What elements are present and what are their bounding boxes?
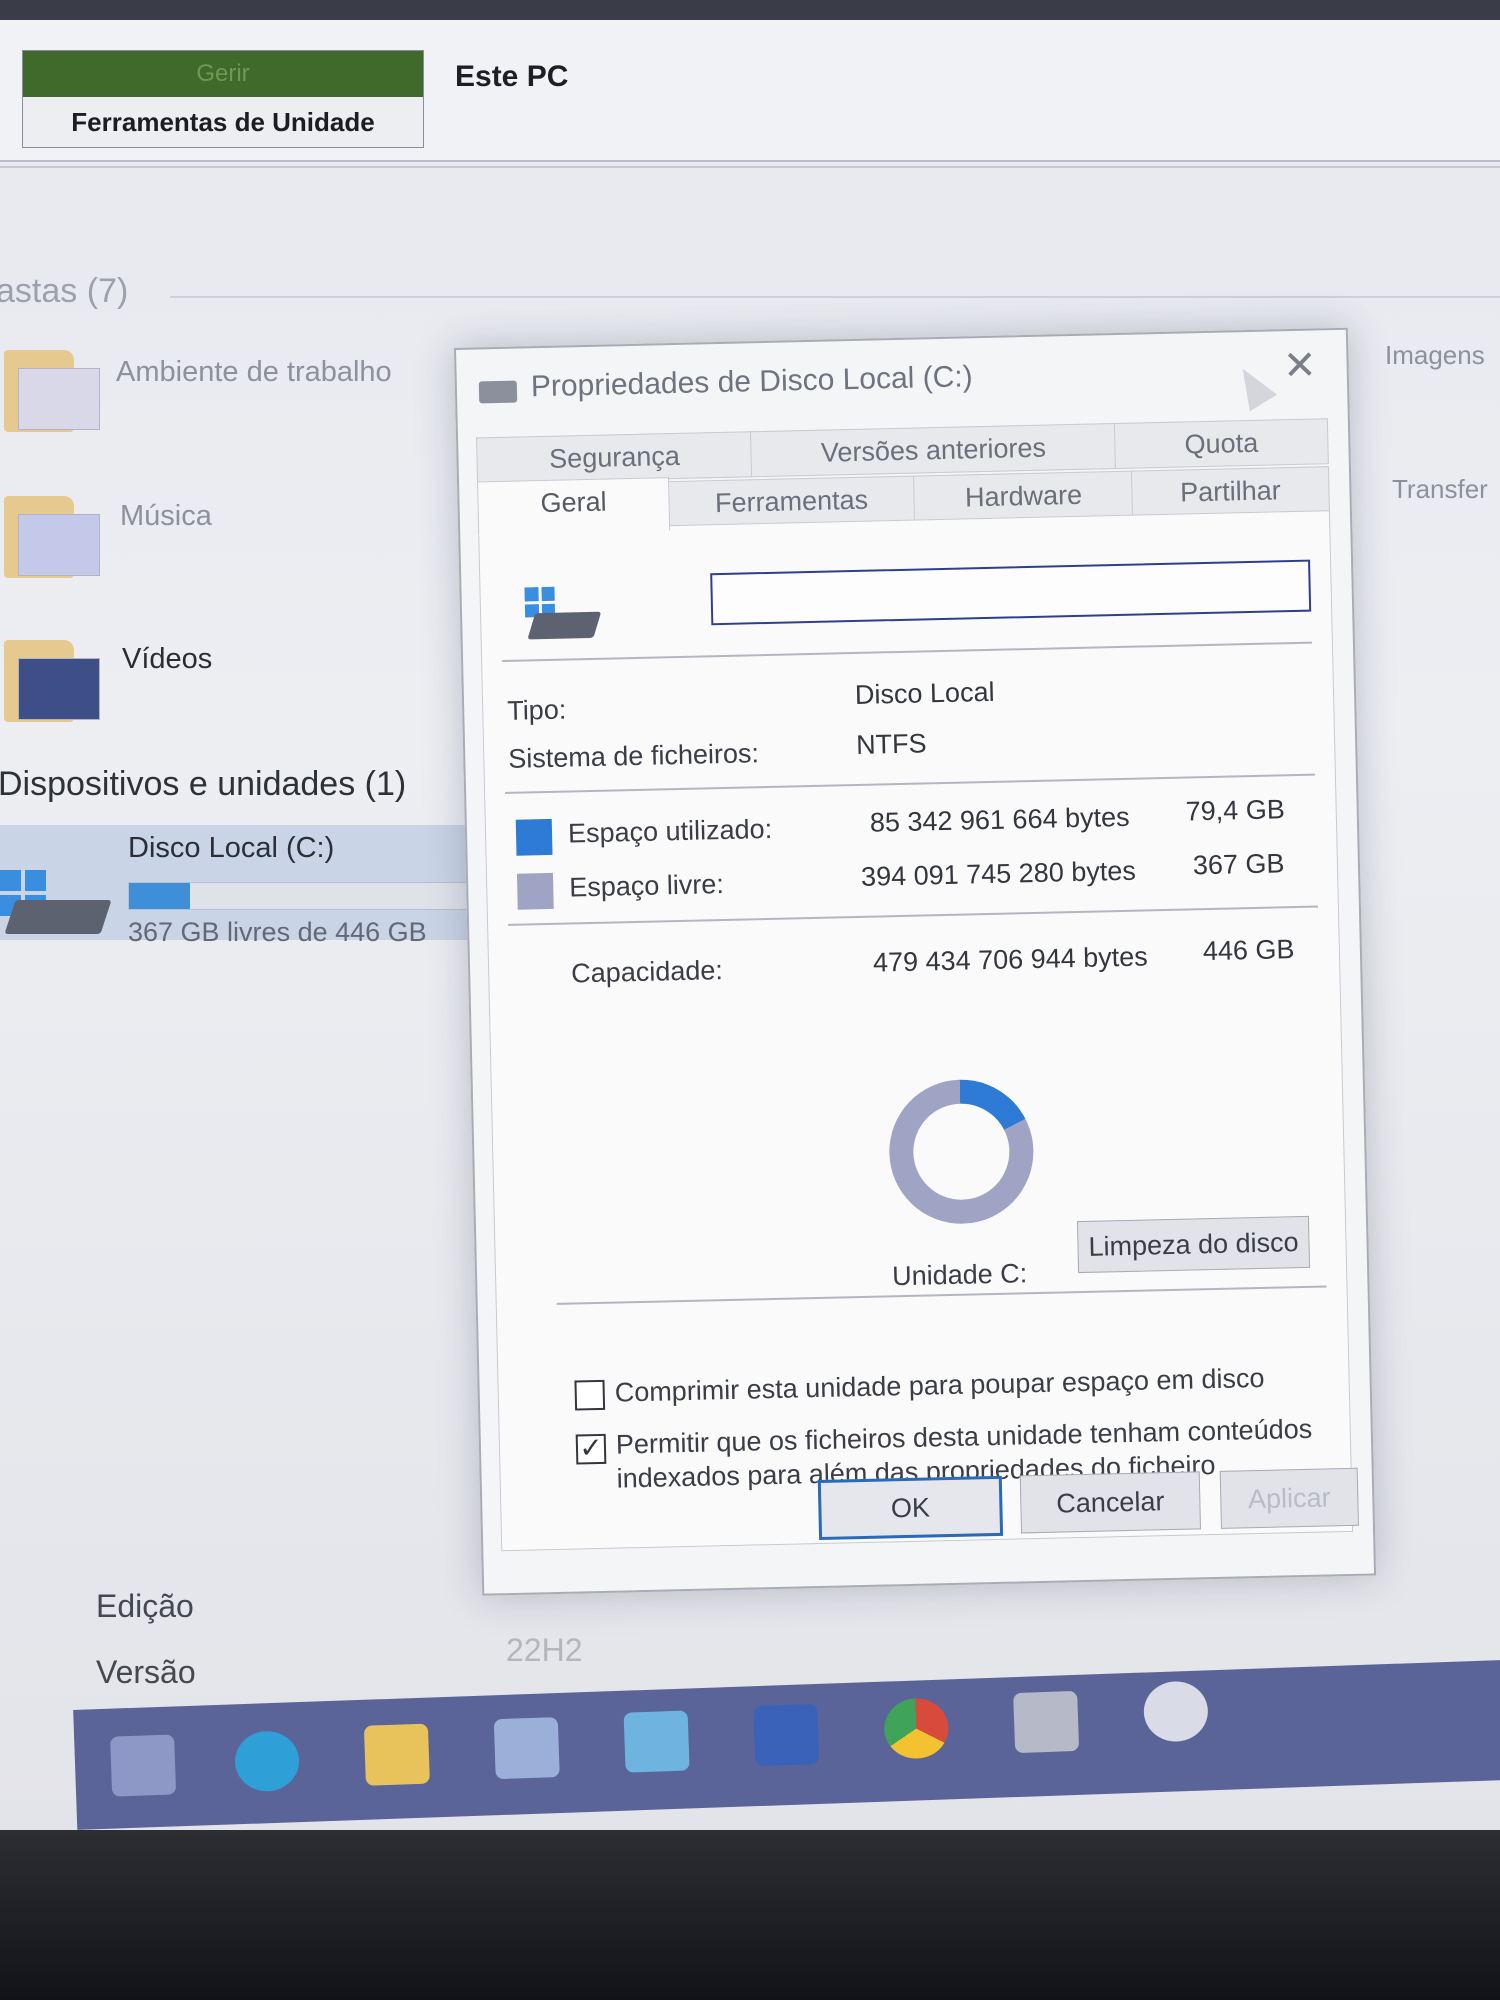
folders-section-title[interactable]: astas (7) [0, 272, 128, 311]
divider-1 [502, 641, 1312, 662]
disk-cleanup-button[interactable]: Limpeza do disco [1076, 1215, 1311, 1274]
apply-button[interactable]: Aplicar [1219, 1467, 1359, 1529]
ribbon: Gerir Ferramentas de Unidade Este PC [0, 20, 1500, 162]
usage-donut-chart [887, 1078, 1035, 1226]
location-title: Este PC [455, 60, 569, 93]
divider-2 [505, 773, 1315, 794]
tab-seguranca[interactable]: Segurança [476, 431, 754, 484]
mail-icon[interactable] [623, 1710, 690, 1773]
filesystem-value: NTFS [855, 728, 927, 760]
folders-section-divider [170, 296, 1500, 298]
tab-versoes-anteriores[interactable]: Versões anteriores [749, 423, 1117, 478]
type-value: Disco Local [854, 676, 995, 710]
tab-geral[interactable]: Geral [477, 477, 671, 536]
close-button[interactable]: ✕ [1283, 342, 1318, 389]
file-explorer-icon[interactable] [363, 1723, 430, 1786]
capacity-bytes: 479 434 706 944 bytes [872, 941, 1149, 978]
free-space-swatch [516, 872, 554, 910]
used-space-swatch [515, 818, 553, 856]
tab-quota[interactable]: Quota [1113, 418, 1329, 470]
window-top-strip [0, 0, 1500, 20]
drive-c-name[interactable]: Disco Local (C:) [128, 832, 334, 865]
taskbar [70, 1569, 1500, 1830]
used-space-gb: 79,4 GB [1185, 794, 1286, 827]
free-space-gb: 367 GB [1192, 848, 1285, 881]
index-checkbox[interactable]: ✓ [575, 1432, 607, 1465]
desktop-folder-icon[interactable] [4, 350, 104, 432]
store-icon[interactable] [493, 1717, 560, 1780]
drive-usage-fill [129, 883, 191, 909]
tab-partilhar[interactable]: Partilhar [1130, 466, 1330, 517]
hard-drive-icon [4, 900, 112, 934]
divider-3 [508, 905, 1318, 926]
cancel-button[interactable]: Cancelar [1019, 1471, 1201, 1534]
drive-name-input[interactable] [710, 559, 1312, 626]
address-divider [0, 166, 1500, 168]
type-label: Tipo: [506, 694, 567, 726]
music-folder-icon[interactable] [4, 496, 104, 578]
folder-music-label[interactable]: Música [120, 500, 212, 533]
drive-letter-label: Unidade C: [891, 1258, 1028, 1292]
folder-videos-label[interactable]: Vídeos [122, 643, 212, 676]
devices-section-title[interactable]: Dispositivos e unidades (1) [0, 765, 406, 804]
filesystem-label: Sistema de ficheiros: [507, 738, 760, 774]
drive-title-icon [478, 380, 518, 404]
compress-checkbox[interactable] [574, 1379, 606, 1411]
drive-free-text: 367 GB livres de 446 GB [128, 917, 427, 947]
videos-folder-icon[interactable] [4, 640, 104, 722]
monitor-bezel [0, 1830, 1500, 2000]
compress-label[interactable]: Comprimir esta unidade para poupar espaç… [614, 1361, 1264, 1410]
dialog-title: Propriedades de Disco Local (C:) [530, 360, 974, 404]
capacity-gb: 446 GB [1202, 934, 1295, 967]
drive-tools-label: Ferramentas de Unidade [23, 97, 423, 147]
tab-hardware[interactable]: Hardware [913, 470, 1135, 522]
capacity-label: Capacidade: [570, 955, 724, 989]
drive-usage-bar [128, 882, 470, 910]
free-space-label: Espaço livre: [568, 869, 725, 903]
drive-tools-group: Gerir Ferramentas de Unidade [22, 50, 424, 148]
general-panel: Tipo: Disco Local Sistema de ficheiros: … [478, 510, 1354, 1552]
free-space-bytes: 394 091 745 280 bytes [860, 855, 1137, 892]
printer-icon[interactable] [1013, 1690, 1080, 1754]
tab-gerir[interactable]: Gerir [23, 51, 423, 97]
folder-desktop-label[interactable]: Ambiente de trabalho [116, 356, 392, 389]
task-view-icon[interactable] [110, 1734, 177, 1797]
used-space-label: Espaço utilizado: [567, 813, 773, 849]
folder-transfer-label[interactable]: Transfer [1392, 474, 1488, 505]
screen: Gerir Ferramentas de Unidade Este PC ast… [0, 0, 1500, 1840]
remote-icon[interactable] [753, 1703, 820, 1767]
ok-button[interactable]: OK [817, 1475, 1004, 1541]
folder-imagens-label[interactable]: Imagens [1385, 340, 1485, 371]
mouse-cursor-icon [1229, 360, 1278, 412]
drive-icon [524, 586, 602, 648]
properties-dialog: Propriedades de Disco Local (C:) ✕ Segur… [454, 327, 1377, 1596]
used-space-bytes: 85 342 961 664 bytes [869, 801, 1130, 838]
